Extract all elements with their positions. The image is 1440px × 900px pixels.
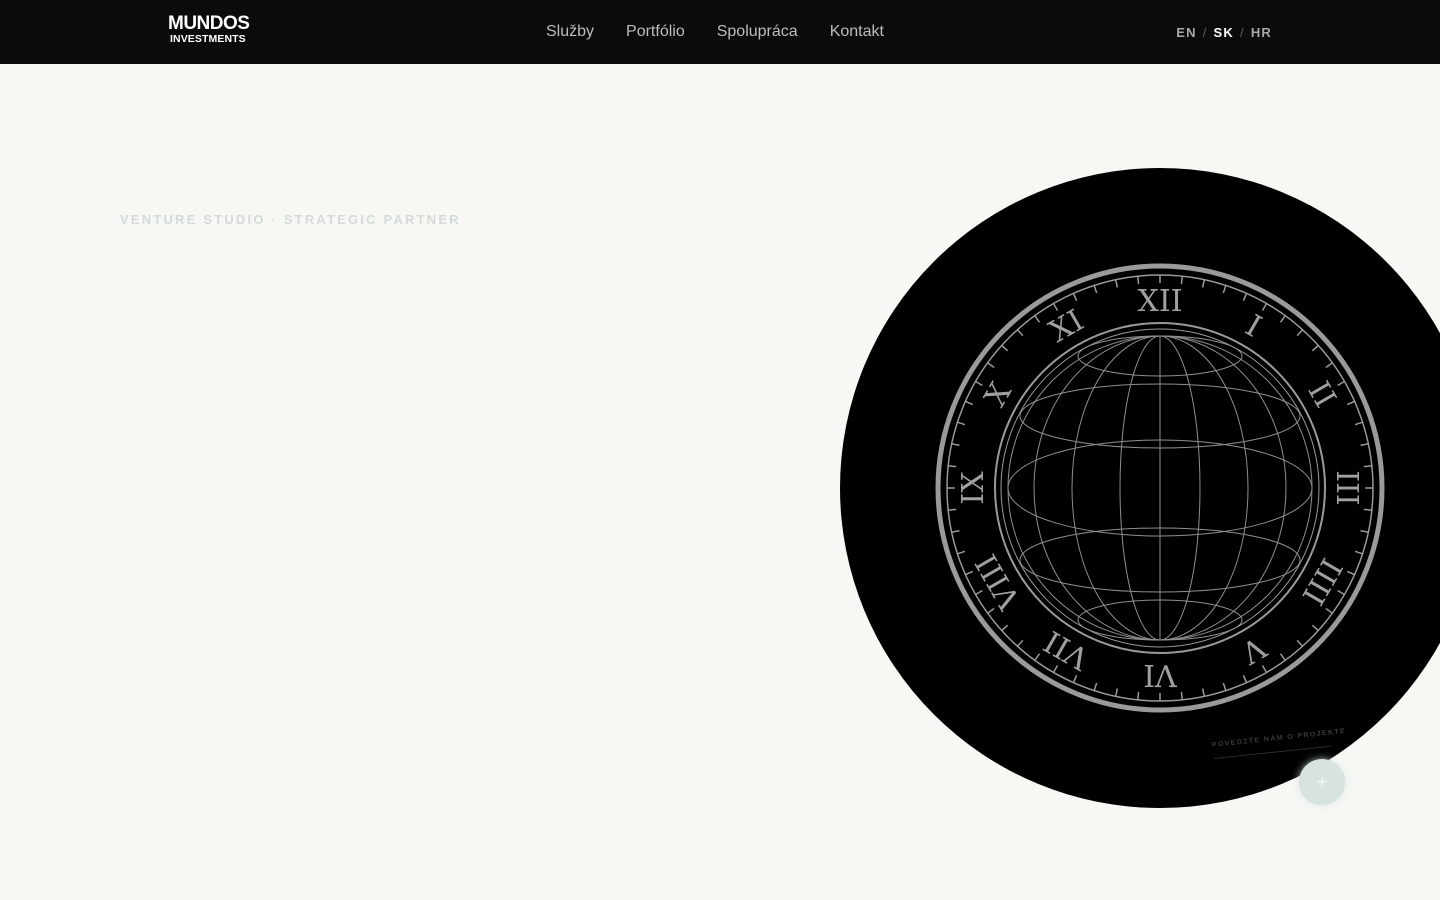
svg-text:V: V	[1234, 628, 1272, 670]
svg-text:VI: VI	[1143, 657, 1178, 692]
lang-separator: /	[1202, 24, 1208, 40]
site-header: MUNDOS INVESTMENTS Služby Portfólio Spol…	[0, 0, 1440, 64]
lang-hr[interactable]: HR	[1251, 25, 1272, 40]
lang-sk[interactable]: SK	[1214, 25, 1234, 40]
logo-wordmark-top: MUNDOS	[168, 13, 250, 34]
lang-separator: /	[1240, 24, 1245, 40]
hero-eyebrow: VENTURE STUDIO · STRATEGIC PARTNER	[120, 212, 461, 227]
svg-text:X: X	[978, 376, 1019, 413]
svg-text:IX: IX	[956, 471, 991, 505]
lang-en[interactable]: EN	[1176, 25, 1196, 40]
svg-text:VIII: VIII	[969, 548, 1028, 616]
logo[interactable]: MUNDOS INVESTMENTS	[168, 14, 254, 50]
main-nav: Služby Portfólio Spolupráca Kontakt	[530, 0, 900, 64]
svg-text:I: I	[1239, 308, 1267, 344]
nav-link-sluzby[interactable]: Služby	[530, 23, 610, 41]
nav-link-kontakt[interactable]: Kontakt	[814, 23, 900, 41]
plus-icon: +	[1316, 771, 1328, 792]
nav-link-portfolio[interactable]: Portfólio	[610, 23, 701, 41]
clock-globe-icon: XIIIIIIIIIIIIVVIVIIVIIIIXXXI	[935, 263, 1385, 713]
nav-link-spolupraca[interactable]: Spolupráca	[701, 23, 814, 41]
language-switcher: EN / SK / HR	[1176, 0, 1272, 64]
contact-button[interactable]: +	[1299, 759, 1345, 805]
logo-wordmark-bottom: INVESTMENTS	[170, 33, 246, 45]
svg-text:III: III	[1329, 470, 1364, 506]
svg-text:XII: XII	[1137, 284, 1182, 319]
svg-text:II: II	[1300, 376, 1342, 414]
